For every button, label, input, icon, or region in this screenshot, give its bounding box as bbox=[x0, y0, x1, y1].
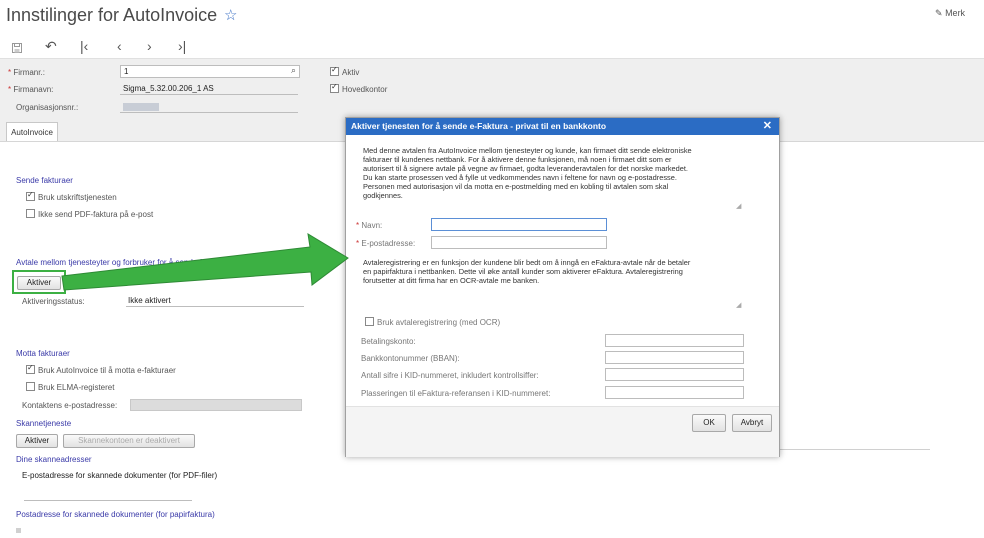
annotation-arrow bbox=[61, 233, 349, 291]
arrow-shape bbox=[61, 233, 349, 291]
